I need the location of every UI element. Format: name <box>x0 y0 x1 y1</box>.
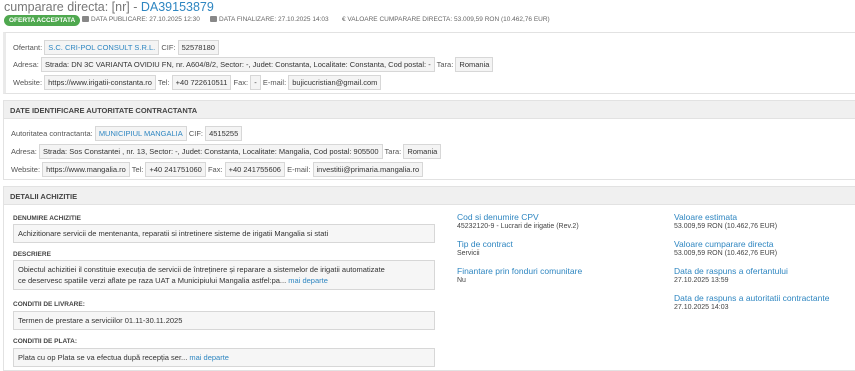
plata-label: CONDITII DE PLATA: <box>13 338 78 345</box>
direct-purchase-value: € VALOARE CUMPARARE DIRECTA: 53.009,59 R… <box>342 16 550 23</box>
autoritate-heading: DATE IDENTIFICARE AUTORITATE CONTRACTANT… <box>4 101 855 119</box>
ofertant-website[interactable]: https://www.irigatii-constanta.ro <box>44 75 156 90</box>
autoritate-tel-label: Tel: <box>131 165 144 174</box>
ofertant-tel: +40 722610511 <box>171 75 232 90</box>
descriere-line-2: ce deservesc spatiile verzi aflate pe ra… <box>18 276 287 285</box>
autoritate-country: Romania <box>403 144 442 159</box>
ofertant-cif: 52578180 <box>177 40 219 55</box>
finantare-value: Nu <box>457 277 466 284</box>
cpv-block: Cod si denumire CPV 45232120-9 - Lucrari… <box>457 212 579 231</box>
publish-date: DATA PUBLICARE: 27.10.2025 12:30 <box>82 16 200 23</box>
ofertant-name-link[interactable]: S.C. CRI-POL CONSULT S.R.L. <box>44 40 160 55</box>
procedure-code[interactable]: DA39153879 <box>141 0 214 14</box>
descriere-label: DESCRIERE <box>13 251 51 258</box>
ofertant-fax: - <box>250 75 261 90</box>
autoritate-section: DATE IDENTIFICARE AUTORITATE CONTRACTANT… <box>3 100 855 180</box>
ofertant-cif-label: CIF: <box>161 43 176 52</box>
valoare-cd-value: 53.009,59 RON (10.462,76 EUR) <box>674 250 778 257</box>
autoritate-tel: +40 241751060 <box>145 162 206 177</box>
plata-more-link[interactable]: mai departe <box>189 353 229 362</box>
raspuns-ofertant-block: Data de raspuns a ofertantului 27.10.202… <box>674 266 788 285</box>
finantare-block: Finantare prin fonduri comunitare Nu <box>457 266 582 285</box>
raspuns-ofertant-value: 27.10.2025 13:59 <box>674 277 729 284</box>
valoare-estimata-block: Valoare estimata 53.009,59 RON (10.462,7… <box>674 212 777 231</box>
status-badge: OFERTA ACCEPTATA <box>4 15 81 26</box>
denumire-value: Achizitionare servicii de mentenanta, re… <box>13 224 435 243</box>
autoritate-website-label: Website: <box>11 165 41 174</box>
autoritate-fax-label: Fax: <box>207 165 223 174</box>
ofertant-address: Strada: DN 3C VARIANTA OVIDIU FN, nr. A6… <box>40 57 435 72</box>
tip-contract-block: Tip de contract Servicii <box>457 239 513 258</box>
tip-contract-value: Servicii <box>457 250 480 257</box>
raspuns-autoritate-block: Data de raspuns a autoritatii contractan… <box>674 293 829 312</box>
finantare-title: Finantare prin fonduri comunitare <box>457 266 583 276</box>
livrare-value: Termen de prestare a serviciilor 01.11-3… <box>13 311 435 330</box>
ofertant-section: Ofertant: S.C. CRI-POL CONSULT S.R.L. CI… <box>3 32 855 94</box>
plata-value: Plata cu op Plata se va efectua după rec… <box>13 348 435 367</box>
raspuns-ofertant-title: Data de raspuns a ofertantului <box>674 266 788 276</box>
ofertant-label: Ofertant: <box>13 43 43 52</box>
plata-text: Plata cu op Plata se va efectua după rec… <box>18 353 188 362</box>
ofertant-contact-row: Website: https://www.irigatii-constanta.… <box>13 75 382 90</box>
autoritate-email[interactable]: investitii@primaria.mangalia.ro <box>312 162 424 177</box>
calendar-icon <box>210 16 217 22</box>
autoritate-country-label: Tara: <box>384 147 402 156</box>
finalize-date-text: DATA FINALIZARE: 27.10.2025 14:03 <box>219 16 329 23</box>
publish-date-text: DATA PUBLICARE: 27.10.2025 12:30 <box>91 16 200 23</box>
autoritate-cif-label: CIF: <box>188 129 203 138</box>
achizitie-section: DETALII ACHIZITIE DENUMIRE ACHIZITIE Ach… <box>3 186 855 371</box>
descriere-line-1: Obiectul achizitiei il constituie execuț… <box>18 265 385 274</box>
ofertant-website-label: Website: <box>13 78 43 87</box>
ofertant-address-row: Adresa: Strada: DN 3C VARIANTA OVIDIU FN… <box>13 57 494 72</box>
ofertant-email-label: E-mail: <box>262 78 287 87</box>
tip-contract-title: Tip de contract <box>457 239 513 249</box>
autoritate-website[interactable]: https://www.mangalia.ro <box>42 162 130 177</box>
valoare-cd-title: Valoare cumparare directa <box>674 239 774 249</box>
page-title: cumparare directa: [nr] - DA39153879 <box>4 0 214 14</box>
valoare-cd-block: Valoare cumparare directa 53.009,59 RON … <box>674 239 777 258</box>
ofertant-address-label: Adresa: <box>13 60 39 69</box>
title-prefix: cumparare directa: [nr] - <box>4 0 141 14</box>
ofertant-email[interactable]: bujicucristian@gmail.com <box>288 75 382 90</box>
autoritate-address-label: Adresa: <box>11 147 37 156</box>
ofertant-tel-label: Tel: <box>157 78 170 87</box>
ofertant-row: Ofertant: S.C. CRI-POL CONSULT S.R.L. CI… <box>13 40 219 55</box>
denumire-label: DENUMIRE ACHIZITIE <box>13 215 82 222</box>
ofertant-fax-label: Fax: <box>233 78 249 87</box>
descriere-value: Obiectul achizitiei il constituie execuț… <box>13 260 435 290</box>
cpv-title: Cod si denumire CPV <box>457 212 539 222</box>
raspuns-autoritate-value: 27.10.2025 14:03 <box>674 304 729 311</box>
ofertant-country-label: Tara: <box>436 60 454 69</box>
descriere-more-link[interactable]: mai departe <box>288 276 328 285</box>
autoritate-cif: 4515255 <box>205 126 243 141</box>
achizitie-heading: DETALII ACHIZITIE <box>4 187 855 205</box>
autoritate-contact-row: Website: https://www.mangalia.ro Tel: +4… <box>11 162 424 177</box>
finalize-date: DATA FINALIZARE: 27.10.2025 14:03 <box>210 16 329 23</box>
calendar-icon <box>82 16 89 22</box>
autoritate-address-row: Adresa: Strada: Sos Constantei , nr. 13,… <box>11 144 442 159</box>
ofertant-country: Romania <box>455 57 494 72</box>
autoritate-name-link[interactable]: MUNICIPIUL MANGALIA <box>94 126 187 141</box>
cpv-value: 45232120-9 - Lucrari de irigatie (Rev.2) <box>457 223 579 230</box>
valoare-estimata-value: 53.009,59 RON (10.462,76 EUR) <box>674 223 778 230</box>
page-header: cumparare directa: [nr] - DA39153879 OFE… <box>0 0 855 30</box>
autoritate-fax: +40 241755606 <box>224 162 285 177</box>
autoritate-email-label: E-mail: <box>287 165 311 174</box>
raspuns-autoritate-title: Data de raspuns a autoritatii contractan… <box>674 293 830 303</box>
autoritate-row: Autoritatea contractanta: MUNICIPIUL MAN… <box>11 126 243 141</box>
autoritate-label: Autoritatea contractanta: <box>11 129 93 138</box>
valoare-estimata-title: Valoare estimata <box>674 212 738 222</box>
autoritate-address: Strada: Sos Constantei , nr. 13, Sector:… <box>38 144 383 159</box>
descriere-line-2-wrap: ce deservesc spatiile verzi aflate pe ra… <box>18 275 430 286</box>
livrare-label: CONDITII DE LIVRARE: <box>13 301 85 308</box>
